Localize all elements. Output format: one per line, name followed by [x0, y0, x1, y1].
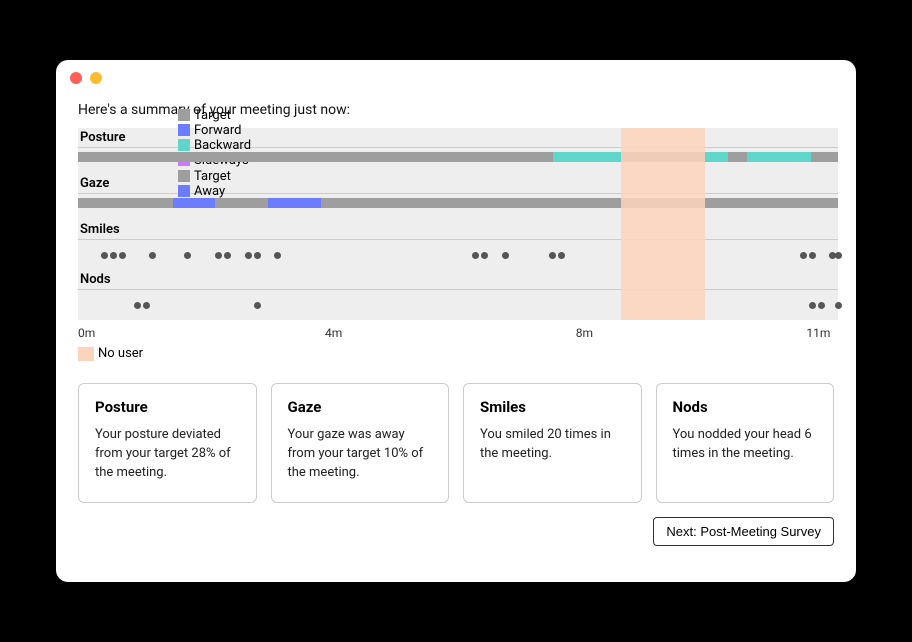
legend-label: Target — [194, 169, 231, 184]
event-dot — [274, 252, 281, 259]
event-dot — [549, 252, 556, 259]
event-dot — [818, 302, 825, 309]
card-title: Gaze — [288, 398, 433, 416]
posture-track — [78, 152, 838, 162]
event-dot — [149, 252, 156, 259]
card-title: Posture — [95, 398, 240, 416]
axis-tick-label: 0m — [78, 326, 95, 340]
minimize-icon[interactable] — [90, 72, 102, 84]
event-dot — [101, 252, 108, 259]
event-dot — [809, 252, 816, 259]
timeline-chart: Posture TargetForwardBackwardSideways Ga… — [78, 128, 838, 361]
summary-card: Gaze Your gaze was away from your target … — [271, 383, 450, 503]
smiles-row: Smiles — [78, 220, 838, 270]
nods-row: Nods — [78, 270, 838, 320]
no-user-swatch-icon — [78, 347, 94, 361]
event-dot — [143, 302, 150, 309]
bar-segment — [173, 198, 215, 208]
event-dot — [472, 252, 479, 259]
event-dot — [184, 252, 191, 259]
next-button[interactable]: Next: Post-Meeting Survey — [653, 517, 834, 546]
card-text: You nodded your head 6 times in the meet… — [673, 426, 818, 464]
legend-swatch-icon — [178, 185, 190, 197]
axis-tick-label: 4m — [325, 326, 342, 340]
legend-item: Forward — [178, 123, 251, 138]
legend-item: Backward — [178, 138, 251, 153]
card-title: Smiles — [480, 398, 625, 416]
event-dot — [835, 302, 842, 309]
legend-label: Backward — [194, 138, 251, 153]
event-dot — [110, 252, 117, 259]
summary-window: Here's a summary of your meeting just no… — [56, 60, 856, 582]
gaze-row: Gaze TargetAway — [78, 174, 838, 208]
legend-label: Forward — [194, 123, 241, 138]
event-dot — [119, 252, 126, 259]
close-icon[interactable] — [70, 72, 82, 84]
event-dot — [558, 252, 565, 259]
summary-card: Posture Your posture deviated from your t… — [78, 383, 257, 503]
event-dot — [224, 252, 231, 259]
bar-segment — [268, 198, 321, 208]
summary-card: Smiles You smiled 20 times in the meeting… — [463, 383, 642, 503]
window-controls — [70, 72, 102, 84]
axis-tick-label: 8m — [576, 326, 593, 340]
no-user-legend: No user — [78, 346, 838, 361]
event-dot — [502, 252, 509, 259]
card-text: You smiled 20 times in the meeting. — [480, 426, 625, 464]
event-dot — [245, 252, 252, 259]
event-dot — [809, 302, 816, 309]
card-title: Nods — [673, 398, 818, 416]
event-dot — [800, 252, 807, 259]
legend-label: Away — [194, 184, 225, 199]
summary-card: Nods You nodded your head 6 times in the … — [656, 383, 835, 503]
posture-row: Posture TargetForwardBackwardSideways — [78, 128, 838, 162]
bar-segment — [553, 152, 621, 162]
legend-label: Target — [194, 108, 231, 123]
event-dot — [835, 252, 842, 259]
nods-label: Nods — [78, 272, 178, 287]
card-text: Your gaze was away from your target 10% … — [288, 426, 433, 483]
gaze-label: Gaze — [78, 176, 178, 191]
legend-swatch-icon — [178, 170, 190, 182]
legend-swatch-icon — [178, 124, 190, 136]
no-user-region — [621, 128, 705, 320]
event-dot — [481, 252, 488, 259]
nods-track — [78, 290, 838, 320]
summary-cards: Posture Your posture deviated from your t… — [78, 383, 834, 503]
legend-item: Away — [178, 184, 231, 199]
smiles-track — [78, 240, 838, 270]
smiles-label: Smiles — [78, 222, 178, 237]
legend-swatch-icon — [178, 139, 190, 151]
card-text: Your posture deviated from your target 2… — [95, 426, 240, 483]
time-axis: 0m 4m 8m 11m — [78, 326, 838, 342]
axis-tick-label: 11m — [806, 326, 830, 340]
event-dot — [254, 252, 261, 259]
event-dot — [254, 302, 261, 309]
gaze-track — [78, 198, 838, 208]
bar-segment — [747, 152, 812, 162]
event-dot — [215, 252, 222, 259]
posture-label: Posture — [78, 130, 178, 145]
event-dot — [134, 302, 141, 309]
no-user-label: No user — [98, 346, 143, 361]
legend-swatch-icon — [178, 109, 190, 121]
legend-item: Target — [178, 169, 231, 184]
legend-item: Target — [178, 108, 251, 123]
bar-segment — [705, 152, 728, 162]
